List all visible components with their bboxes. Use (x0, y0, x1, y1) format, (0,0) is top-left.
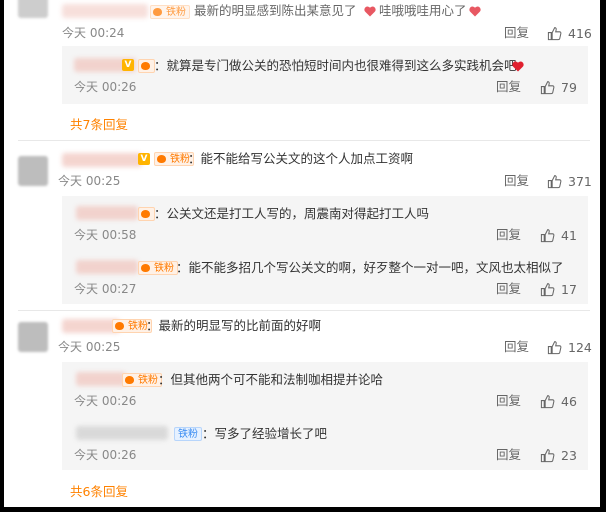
like-count: 416 (568, 25, 592, 41)
like-count: 124 (568, 339, 592, 355)
comment-text: ：最新的明显写的比前面的好啊 (146, 318, 322, 333)
comment-time: 今天 00:25 (58, 340, 121, 354)
thumbs-up-icon (540, 282, 555, 296)
fan-badge: 铁粉 (122, 373, 162, 387)
reply-button[interactable]: 回复 (504, 174, 529, 188)
username[interactable] (76, 372, 126, 386)
username[interactable] (76, 206, 138, 220)
red-heart-icon (512, 61, 524, 72)
username[interactable] (76, 260, 138, 274)
fan-badge: 铁粉 (138, 59, 155, 73)
like-count: 371 (568, 173, 592, 189)
thumbs-up-icon (547, 174, 562, 188)
reply-time: 今天 00:27 (74, 282, 137, 296)
reply-button[interactable]: 回复 (504, 340, 529, 354)
like-button[interactable]: 23 (540, 447, 577, 463)
like-button[interactable]: 416 (547, 25, 592, 41)
like-button[interactable]: 124 (547, 339, 592, 355)
reply-button[interactable]: 回复 (496, 394, 521, 408)
comment-time: 今天 00:25 (58, 174, 121, 188)
like-count: 23 (561, 447, 577, 463)
like-button[interactable]: 17 (540, 281, 577, 297)
divider (18, 310, 590, 311)
fan-badge: 铁粉 (138, 261, 178, 275)
reply-time: 今天 00:26 (74, 394, 137, 408)
reply-button[interactable]: 回复 (496, 448, 521, 462)
comment-section: 铁粉 最新的明显感到陈出某意见了 哇哦哦哇用心了 今天 00:24 回复 416… (4, 0, 600, 507)
reply-box: 铁粉 ：但其他两个可不能和法制咖相提并论哈 今天 00:26 回复 46 铁粉 … (62, 362, 588, 470)
thumbs-up-icon (540, 394, 555, 408)
username[interactable] (62, 153, 142, 167)
like-count: 41 (561, 227, 577, 243)
like-count: 79 (561, 79, 577, 95)
thumbs-up-icon (547, 26, 562, 40)
avatar[interactable] (18, 156, 48, 186)
reply-button[interactable]: 回复 (496, 282, 521, 296)
username[interactable] (76, 426, 168, 440)
v-badge-icon: V (138, 153, 150, 165)
v-badge-icon: V (122, 59, 134, 71)
fan-badge: 铁粉 (174, 427, 202, 441)
thumbs-up-icon (540, 80, 555, 94)
thumbs-up-icon (547, 340, 562, 354)
like-button[interactable]: 46 (540, 393, 577, 409)
like-button[interactable]: 371 (547, 173, 592, 189)
comment-time: 今天 00:24 (62, 26, 125, 40)
thumbs-up-icon (540, 448, 555, 462)
blur-overlay (4, 0, 600, 21)
reply-text: ：公关文还是打工人写的，周震南对得起打工人吗 (154, 206, 430, 221)
reply-button[interactable]: 回复 (496, 228, 521, 242)
like-count: 17 (561, 281, 577, 297)
thumbs-up-icon (540, 228, 555, 242)
reply-time: 今天 00:26 (74, 448, 137, 462)
reply-time: 今天 00:26 (74, 80, 137, 94)
like-button[interactable]: 79 (540, 79, 577, 95)
reply-box: V 铁粉 ：就算是专门做公关的恐怕短时间内也很难得到这么多实践机会吧 今天 00… (62, 46, 588, 104)
comment-text: ：能不能给写公关文的这个人加点工资啊 (188, 151, 414, 166)
reply-time: 今天 00:58 (74, 228, 137, 242)
reply-text: ：能不能多招几个写公关文的啊，好歹整个一对一吧，文风也太相似了 (176, 260, 564, 275)
reply-text: ：写多了经验增长了吧 (202, 426, 328, 441)
like-count: 46 (561, 393, 577, 409)
more-replies-link[interactable]: 共7条回复 (70, 114, 128, 133)
more-replies-link[interactable]: 共6条回复 (70, 481, 128, 500)
reply-text: ：但其他两个可不能和法制咖相提并论哈 (158, 372, 384, 387)
fan-badge: 铁粉 (138, 207, 155, 221)
like-button[interactable]: 41 (540, 227, 577, 243)
reply-box: 铁粉 ：公关文还是打工人写的，周震南对得起打工人吗 今天 00:58 回复 41… (62, 196, 588, 304)
avatar[interactable] (18, 322, 48, 352)
divider (18, 140, 590, 141)
reply-button[interactable]: 回复 (504, 26, 529, 40)
reply-button[interactable]: 回复 (496, 80, 521, 94)
reply-text: ：就算是专门做公关的恐怕短时间内也很难得到这么多实践机会吧 (154, 58, 517, 73)
